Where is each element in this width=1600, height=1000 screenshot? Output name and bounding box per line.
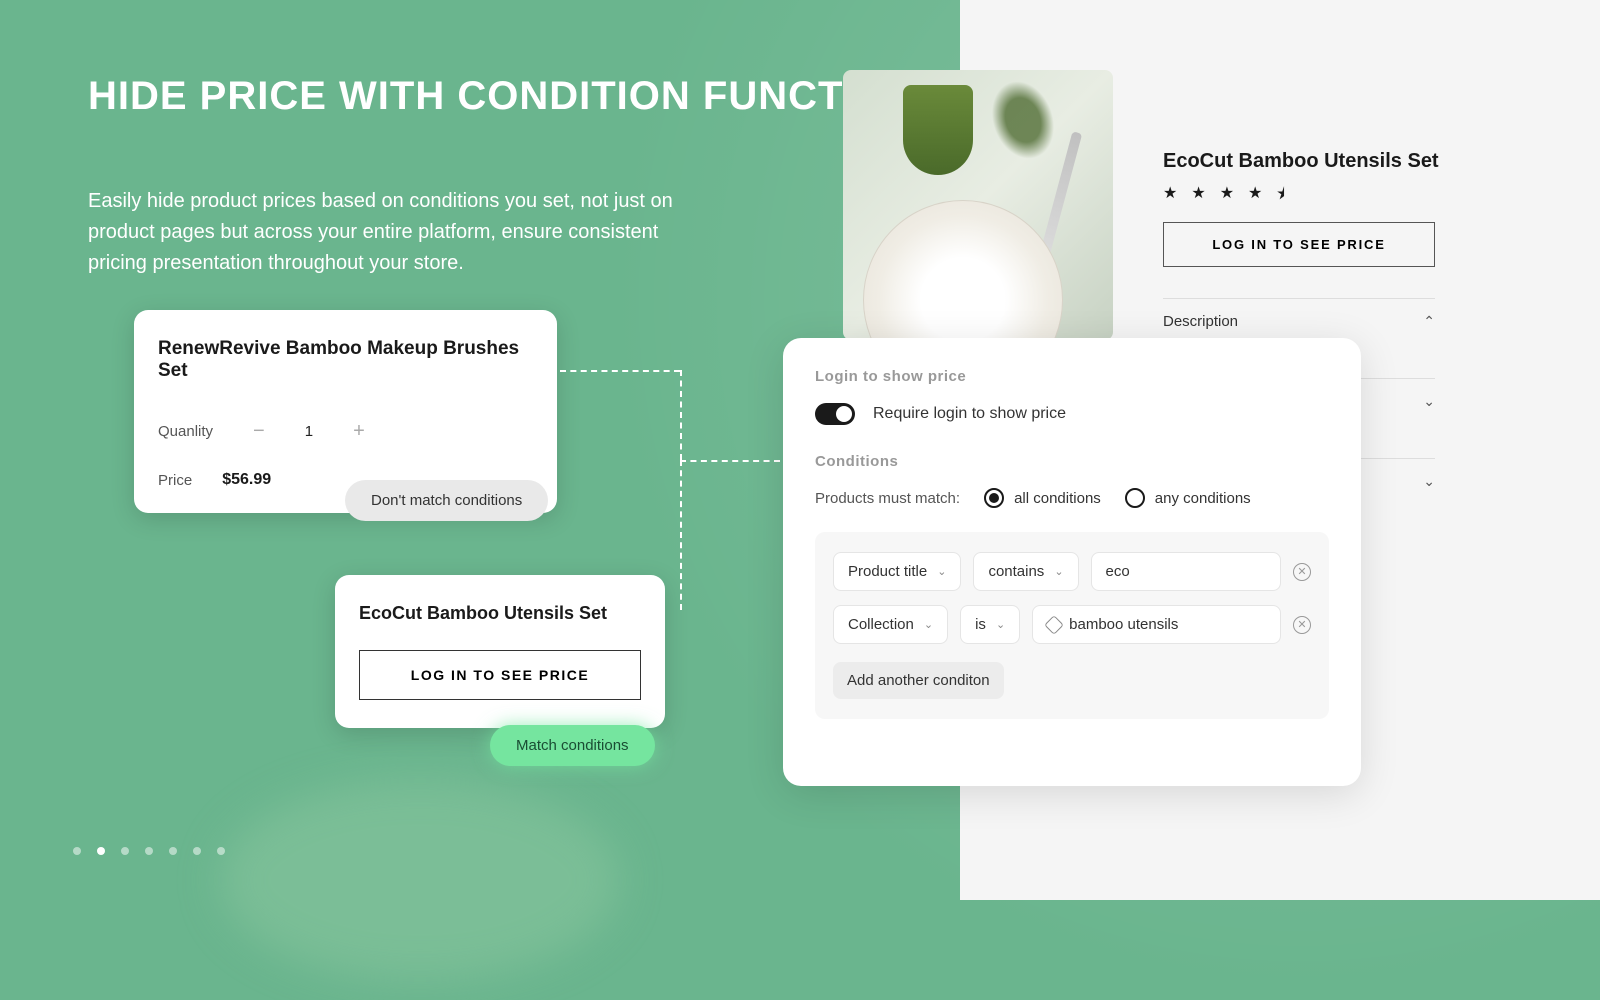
condition-operator-select[interactable]: is⌄ <box>960 605 1020 644</box>
star-half-icon: ⯨ <box>1276 183 1284 210</box>
condition-field-select[interactable]: Product title⌄ <box>833 552 961 591</box>
quantity-plus-button[interactable]: + <box>353 420 365 443</box>
carousel-dot[interactable] <box>121 847 129 855</box>
chevron-down-icon: ⌄ <box>937 565 946 578</box>
delete-condition-button[interactable]: ✕ <box>1293 616 1311 634</box>
quantity-label: Quanlity <box>158 423 213 440</box>
star-rating: ★ ★ ★ ★ ⯨ <box>1163 183 1285 210</box>
star-icon: ★ <box>1248 183 1262 210</box>
star-icon: ★ <box>1163 183 1177 210</box>
chevron-down-icon: ⌄ <box>996 618 1005 631</box>
add-condition-button[interactable]: Add another conditon <box>833 662 1004 699</box>
toggle-label: Require login to show price <box>873 405 1066 423</box>
condition-row: Product title⌄ contains⌄ eco ✕ <box>833 552 1311 591</box>
delete-condition-button[interactable]: ✕ <box>1293 563 1311 581</box>
star-icon: ★ <box>1220 183 1234 210</box>
product-title: EcoCut Bamboo Utensils Set <box>359 603 641 624</box>
carousel-dots <box>73 847 225 855</box>
chevron-down-icon: ⌄ <box>1054 565 1063 578</box>
radio-any-conditions[interactable]: any conditions <box>1125 488 1251 508</box>
condition-value-input[interactable]: eco <box>1091 552 1281 591</box>
product-card-matched: EcoCut Bamboo Utensils Set LOG IN TO SEE… <box>335 575 665 728</box>
tag-icon <box>1044 615 1064 635</box>
section-conditions-title: Conditions <box>815 453 1329 470</box>
connector-line <box>680 460 682 610</box>
chevron-down-icon: ⌄ <box>924 618 933 631</box>
connector-line <box>680 460 780 462</box>
require-login-toggle[interactable] <box>815 403 855 425</box>
login-to-see-price-button[interactable]: LOG IN TO SEE PRICE <box>1163 222 1435 267</box>
match-badge: Match conditions <box>490 725 655 766</box>
product-detail-title: EcoCut Bamboo Utensils Set <box>1163 150 1439 173</box>
radio-unselected-icon <box>1125 488 1145 508</box>
radio-selected-icon <box>984 488 1004 508</box>
condition-value-input[interactable]: bamboo utensils <box>1032 605 1281 644</box>
conditions-list: Product title⌄ contains⌄ eco ✕ Collectio… <box>815 532 1329 719</box>
condition-row: Collection⌄ is⌄ bamboo utensils ✕ <box>833 605 1311 644</box>
product-image <box>843 70 1113 340</box>
radio-all-conditions[interactable]: all conditions <box>984 488 1101 508</box>
carousel-dot-active[interactable] <box>97 847 105 855</box>
carousel-dot[interactable] <box>73 847 81 855</box>
chevron-down-icon: ⌄ <box>1423 393 1435 410</box>
quantity-value: 1 <box>305 423 313 440</box>
no-match-badge: Don't match conditions <box>345 480 548 521</box>
price-value: $56.99 <box>222 471 271 489</box>
connector-line <box>680 370 682 460</box>
bg-blob <box>220 780 620 980</box>
chevron-down-icon: ⌄ <box>1423 473 1435 490</box>
conditions-config-panel: Login to show price Require login to sho… <box>783 338 1361 786</box>
condition-operator-select[interactable]: contains⌄ <box>973 552 1078 591</box>
section-login-title: Login to show price <box>815 368 1329 385</box>
price-label: Price <box>158 472 192 489</box>
carousel-dot[interactable] <box>217 847 225 855</box>
condition-field-select[interactable]: Collection⌄ <box>833 605 948 644</box>
carousel-dot[interactable] <box>169 847 177 855</box>
star-icon: ★ <box>1191 183 1205 210</box>
login-to-see-price-button[interactable]: LOG IN TO SEE PRICE <box>359 650 641 700</box>
accordion-label: Description <box>1163 313 1238 330</box>
hero-description: Easily hide product prices based on cond… <box>88 186 708 279</box>
quantity-minus-button[interactable]: − <box>253 420 265 443</box>
product-title: RenewRevive Bamboo Makeup Brushes Set <box>158 338 533 382</box>
chevron-up-icon: ⌃ <box>1423 313 1435 330</box>
carousel-dot[interactable] <box>193 847 201 855</box>
connector-line <box>560 370 680 372</box>
carousel-dot[interactable] <box>145 847 153 855</box>
match-label: Products must match: <box>815 490 960 507</box>
